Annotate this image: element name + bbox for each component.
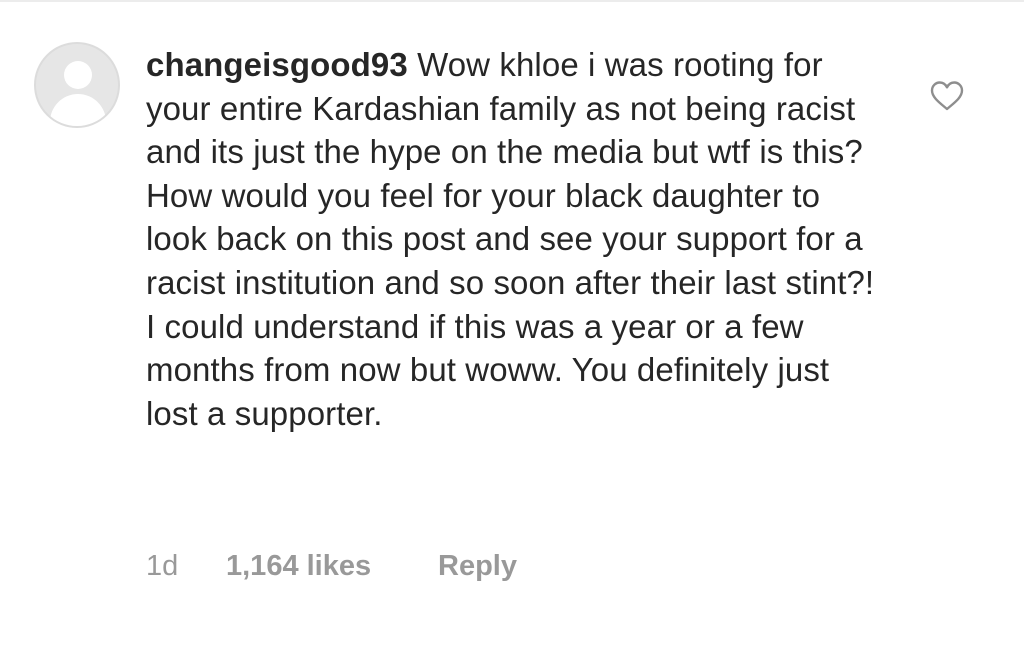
- comment-body: changeisgood93 Wow khloe i was rooting f…: [146, 43, 886, 435]
- heart-outline-icon[interactable]: [930, 80, 964, 112]
- avatar-body-shape: [50, 94, 106, 126]
- comment-meta: 1d 1,164 likes Reply: [146, 546, 517, 586]
- comment-username[interactable]: changeisgood93: [146, 46, 408, 83]
- comment-text: Wow khloe i was rooting for your entire …: [146, 46, 875, 432]
- avatar[interactable]: [34, 42, 120, 128]
- comment-timestamp: 1d: [146, 549, 179, 582]
- comment-likes-count[interactable]: 1,164 likes: [226, 550, 438, 583]
- avatar-head-shape: [64, 61, 92, 89]
- reply-button[interactable]: Reply: [438, 550, 517, 583]
- comment: changeisgood93 Wow khloe i was rooting f…: [0, 0, 1024, 646]
